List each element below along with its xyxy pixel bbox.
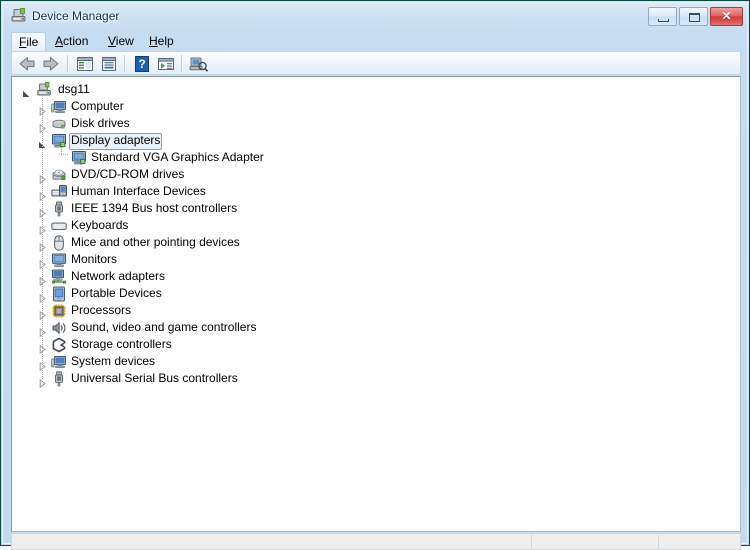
tree-item-label[interactable]: Standard VGA Graphics Adapter [89, 150, 266, 165]
tree-item[interactable]: Portable Devices [12, 285, 740, 304]
tree-item-label[interactable]: System devices [69, 354, 157, 369]
tree-item[interactable]: Mice and other pointing devices [12, 234, 740, 253]
tree-child-connector-horizontal [61, 154, 69, 155]
tree-item[interactable]: Human Interface Devices [12, 183, 740, 202]
menu-view[interactable]: View [101, 32, 141, 51]
tree-item-label[interactable]: Mice and other pointing devices [69, 235, 242, 250]
tree-item-label[interactable]: Computer [69, 99, 126, 114]
menu-help[interactable]: Help [142, 32, 181, 51]
tree-item[interactable]: Keyboards [12, 217, 740, 236]
device-manager-icon [11, 8, 28, 24]
tree-item[interactable]: System devices [12, 353, 740, 372]
close-icon: ✕ [721, 9, 732, 23]
display-adapter-icon [71, 150, 87, 166]
status-separator-2 [658, 535, 659, 550]
close-button[interactable]: ✕ [710, 7, 743, 26]
minimize-button[interactable] [648, 7, 677, 26]
tree-item-label[interactable]: Disk drives [69, 116, 132, 131]
menu-file[interactable]: File [11, 32, 47, 51]
scan-for-hardware-changes-button[interactable] [188, 54, 210, 74]
back-button[interactable] [16, 54, 38, 74]
toolbar-separator-1 [67, 55, 69, 72]
tree-item-label[interactable]: Portable Devices [69, 286, 164, 301]
sound-icon [51, 320, 67, 336]
tree-item[interactable]: IEEE 1394 Bus host controllers [12, 200, 740, 219]
device-tree: dsg11 Computer Disk drives Display adapters… [12, 81, 740, 389]
tree-item-label[interactable]: Human Interface Devices [69, 184, 208, 199]
toolbar: ? [11, 51, 741, 75]
tree-item-label[interactable]: Monitors [69, 252, 119, 267]
tree-root-item[interactable]: dsg11 [12, 81, 740, 98]
title-bar: Device Manager ✕ [3, 3, 749, 29]
window-glass-frame: Device Manager ✕ File Action View Help ?… [2, 2, 749, 550]
firewire-icon [51, 201, 67, 217]
tree-item[interactable]: Standard VGA Graphics Adapter [12, 149, 740, 166]
tree-item-label[interactable]: Display adapters [69, 133, 163, 150]
device-tree-panel[interactable]: dsg11 Computer Disk drives Display adapters… [11, 76, 741, 532]
storage-controller-icon [51, 337, 67, 353]
tree-child-connector [61, 141, 62, 154]
tree-item-label[interactable]: Processors [69, 303, 133, 318]
disk-drive-icon [51, 116, 67, 132]
tree-item[interactable]: DVD/CD-ROM drives [12, 166, 740, 185]
tree-item[interactable]: Sound, video and game controllers [12, 319, 740, 338]
update-driver-button[interactable] [155, 54, 177, 74]
svg-text:?: ? [138, 57, 145, 71]
menu-action[interactable]: Action [48, 32, 95, 51]
computer-tower-icon [37, 82, 53, 98]
help-button[interactable]: ? [131, 54, 153, 74]
tree-item-label[interactable]: Keyboards [69, 218, 130, 233]
tree-item-label[interactable]: Universal Serial Bus controllers [69, 371, 240, 386]
tree-item-label[interactable]: Sound, video and game controllers [69, 320, 258, 335]
tree-item-label[interactable]: Network adapters [69, 269, 167, 284]
maximize-button[interactable] [679, 7, 708, 26]
tree-item[interactable]: Display adapters [12, 132, 740, 150]
tree-item[interactable]: Universal Serial Bus controllers [12, 370, 740, 389]
status-separator-1 [531, 535, 532, 550]
tree-item[interactable]: Monitors [12, 251, 740, 270]
dvd-drive-icon [51, 167, 67, 183]
monitor-icon [51, 252, 67, 268]
menu-bar: File Action View Help [11, 32, 741, 51]
maximize-icon [689, 13, 700, 22]
hid-icon [51, 184, 67, 200]
keyboard-icon [51, 218, 67, 234]
portable-device-icon [51, 286, 67, 302]
processor-icon [51, 303, 67, 319]
computer-icon [51, 99, 67, 115]
usb-icon [51, 371, 67, 387]
tree-item[interactable]: Disk drives [12, 115, 740, 134]
tree-item-label[interactable]: IEEE 1394 Bus host controllers [69, 201, 239, 216]
mouse-icon [51, 235, 67, 251]
system-device-icon [51, 354, 67, 370]
tree-item[interactable]: Network adapters [12, 268, 740, 287]
window-title: Device Manager [32, 9, 120, 23]
tree-item-label[interactable]: Storage controllers [69, 337, 174, 352]
display-adapter-icon [51, 133, 67, 149]
show-hide-console-tree-button[interactable] [74, 54, 96, 74]
status-bar [11, 533, 741, 550]
device-manager-window: Device Manager ✕ File Action View Help ?… [0, 0, 750, 550]
tree-root-label[interactable]: dsg11 [56, 82, 92, 97]
tree-item[interactable]: Storage controllers [12, 336, 740, 355]
forward-button[interactable] [40, 54, 62, 74]
tree-item[interactable]: Processors [12, 302, 740, 321]
collapse-arrow-icon[interactable] [22, 86, 31, 97]
minimize-icon [658, 19, 669, 22]
toolbar-separator-3 [181, 55, 183, 72]
tree-connector-line [42, 98, 43, 379]
tree-item-label[interactable]: DVD/CD-ROM drives [69, 167, 186, 182]
toolbar-separator-2 [124, 55, 126, 72]
tree-item[interactable]: Computer [12, 98, 740, 117]
properties-button[interactable] [98, 54, 120, 74]
network-adapter-icon [51, 269, 67, 285]
